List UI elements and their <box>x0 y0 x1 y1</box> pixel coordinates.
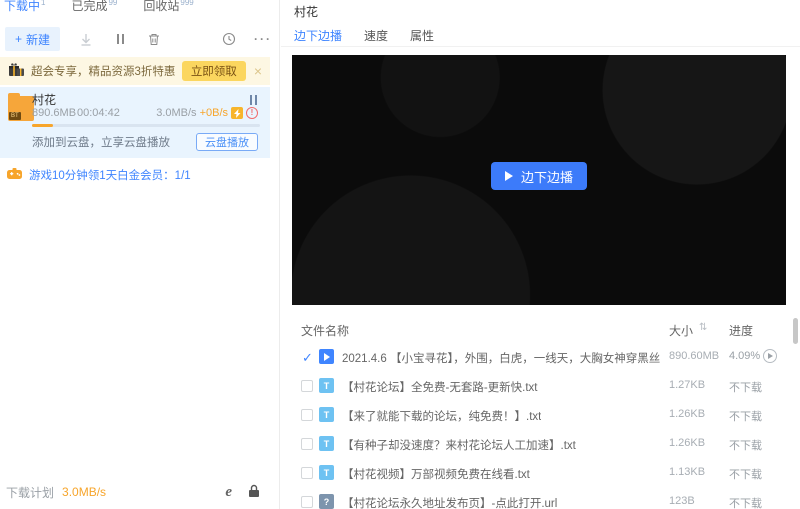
task-title: 村花 <box>32 93 57 107</box>
plus-icon: + <box>15 32 23 46</box>
table-row[interactable]: T 【村花视频】万部视频免费在线看.txt 1.13KB 不下载 <box>281 458 800 487</box>
tabs-divider <box>281 46 800 47</box>
more-options-icon[interactable]: ··· <box>254 31 271 47</box>
gift-icon <box>8 62 25 80</box>
pause-all-icon[interactable] <box>112 31 128 47</box>
tab-downloading[interactable]: 下载中1 <box>4 0 45 13</box>
column-file-name: 文件名称 <box>301 324 350 338</box>
file-progress: 不下载 <box>729 440 762 452</box>
lock-icon[interactable] <box>248 484 260 501</box>
row-checkbox[interactable] <box>301 438 313 450</box>
row-checkbox[interactable] <box>301 496 313 508</box>
task-progress-bar <box>32 124 260 127</box>
banner-text: 超会专享，精品资源3折特惠 <box>31 66 176 78</box>
sort-icon[interactable]: ⇅ <box>699 322 707 333</box>
file-progress: 不下载 <box>729 469 762 481</box>
cloud-row: 添加到云盘，立享云盘播放 云盘播放 <box>32 131 258 153</box>
file-name: 【村花视频】万部视频免费在线看.txt <box>342 469 530 481</box>
scrollbar-thumb[interactable] <box>793 318 798 344</box>
file-list-header: 文件名称 大小 ⇅ 进度 <box>281 322 800 342</box>
new-task-button[interactable]: + 新建 <box>5 27 61 51</box>
task-stats: 890.6MB 00:04:42 3.0MB/s +0B/s ! <box>32 107 258 121</box>
row-checkbox[interactable] <box>301 380 313 392</box>
txt-file-icon: T <box>319 407 334 422</box>
tab-recycle-bin[interactable]: 回收站999 <box>143 0 193 13</box>
table-row[interactable]: ✓ 2021.4.6 【小宝寻花】，外围，白虎，一线天，大胸女神穿黑丝，一通操作干… <box>281 342 800 371</box>
history-clock-icon[interactable] <box>221 31 237 47</box>
cloud-hint-text: 添加到云盘，立享云盘播放 <box>32 137 170 149</box>
file-name: 2021.4.6 【小宝寻花】，外围，白虎，一线天，大胸女神穿黑丝，一通操作干得… <box>342 353 660 365</box>
video-file-icon <box>319 349 334 364</box>
download-manager-app: 下载中1 已完成99 回收站999 + 新建 ··· 超会专享，精品资源3折特惠… <box>0 0 800 509</box>
game-icon <box>7 168 22 182</box>
url-file-icon: ? <box>319 494 334 509</box>
file-name: 【村花论坛】全免费-无套路-更新快.txt <box>342 382 538 394</box>
tab-downloading-badge: 1 <box>41 0 46 7</box>
table-row[interactable]: T 【有种子却没速度？来村花论坛人工加速】.txt 1.26KB 不下载 <box>281 429 800 458</box>
task-speed: 3.0MB/s <box>156 107 197 119</box>
cloud-play-button[interactable]: 云盘播放 <box>196 133 258 151</box>
task-progress-fill <box>32 124 53 127</box>
download-plan-label[interactable]: 下载计划 <box>6 484 54 501</box>
bt-folder-icon: BT <box>8 93 34 121</box>
speed-warning-icon[interactable]: ! <box>246 107 258 119</box>
table-row[interactable]: ? 【村花论坛永久地址发布页】-点此打开.url 123B 不下载 <box>281 487 800 509</box>
txt-file-icon: T <box>319 378 334 393</box>
file-size: 123B <box>669 495 695 507</box>
task-pause-icon[interactable] <box>248 94 258 108</box>
tab-recycle-badge: 999 <box>180 0 194 7</box>
file-size: 1.26KB <box>669 437 706 449</box>
promo-banner: 超会专享，精品资源3折特惠 立即领取 × <box>0 57 270 85</box>
file-name: 【村花论坛永久地址发布页】-点此打开.url <box>342 498 558 509</box>
game-promo-row[interactable]: 游戏10分钟领1天白金会员：1/1 <box>0 163 270 187</box>
task-time-remaining: 00:04:42 <box>77 107 120 119</box>
txt-file-icon: T <box>319 465 334 480</box>
detail-title: 村花 <box>294 5 319 19</box>
row-checkbox[interactable]: ✓ <box>301 351 313 364</box>
table-row[interactable]: T 【村花论坛】全免费-无套路-更新快.txt 1.27KB 不下载 <box>281 371 800 400</box>
file-progress: 不下载 <box>729 382 762 394</box>
claim-now-button[interactable]: 立即领取 <box>181 61 246 81</box>
left-footer: 下载计划 3.0MB/s e <box>0 481 270 509</box>
resume-download-icon[interactable] <box>78 31 94 47</box>
table-row[interactable]: T 【来了就能下载的论坛，纯免费！】.txt 1.26KB 不下载 <box>281 400 800 429</box>
column-size[interactable]: 大小 <box>669 322 693 339</box>
file-size: 1.27KB <box>669 379 706 391</box>
bt-badge: BT <box>9 112 21 120</box>
file-progress: 4.09% <box>729 350 761 362</box>
task-size: 890.6MB <box>32 107 77 119</box>
play-while-download-button[interactable]: 边下边播 <box>490 162 587 190</box>
file-progress: 不下载 <box>729 411 762 423</box>
browser-icon[interactable]: e <box>225 484 232 501</box>
txt-file-icon: T <box>319 436 334 451</box>
task-extra-speed: +0B/s <box>199 107 228 119</box>
row-checkbox[interactable] <box>301 409 313 421</box>
column-progress: 进度 <box>729 324 754 338</box>
file-size: 1.26KB <box>669 408 706 420</box>
play-icon <box>504 171 513 181</box>
file-size: 1.13KB <box>669 466 706 478</box>
close-icon[interactable]: × <box>254 64 262 78</box>
game-promo-text: 游戏10分钟领1天白金会员：1/1 <box>29 170 191 182</box>
file-name: 【有种子却没速度？来村花论坛人工加速】.txt <box>342 440 576 452</box>
tab-completed-badge: 99 <box>108 0 118 7</box>
file-name: 【来了就能下载的论坛，纯免费！】.txt <box>342 411 542 423</box>
left-panel: 下载中1 已完成99 回收站999 + 新建 ··· 超会专享，精品资源3折特惠… <box>0 0 280 509</box>
file-size: 890.60MB <box>669 350 720 362</box>
download-state-tabs: 下载中1 已完成99 回收站999 <box>4 0 194 13</box>
row-checkbox[interactable] <box>301 467 313 479</box>
video-player-area: 边下边播 <box>292 55 786 305</box>
file-rows: ✓ 2021.4.6 【小宝寻花】，外围，白虎，一线天，大胸女神穿黑丝，一通操作干… <box>281 342 800 509</box>
file-progress: 不下载 <box>729 498 762 509</box>
member-speedup-icon[interactable] <box>231 107 243 119</box>
download-task-item[interactable]: BT 村花 890.6MB 00:04:42 3.0MB/s +0B/s ! 添… <box>0 87 270 158</box>
tab-completed[interactable]: 已完成99 <box>71 0 117 13</box>
row-play-icon[interactable] <box>763 349 777 363</box>
trash-icon[interactable] <box>146 31 162 47</box>
download-plan-speed: 3.0MB/s <box>62 485 107 499</box>
toolbar: + 新建 ··· <box>5 26 271 52</box>
right-panel: 村花 边下边播 速度 属性 边下边播 文件名称 大小 ⇅ 进度 ✓ 2021.4.… <box>281 0 800 509</box>
